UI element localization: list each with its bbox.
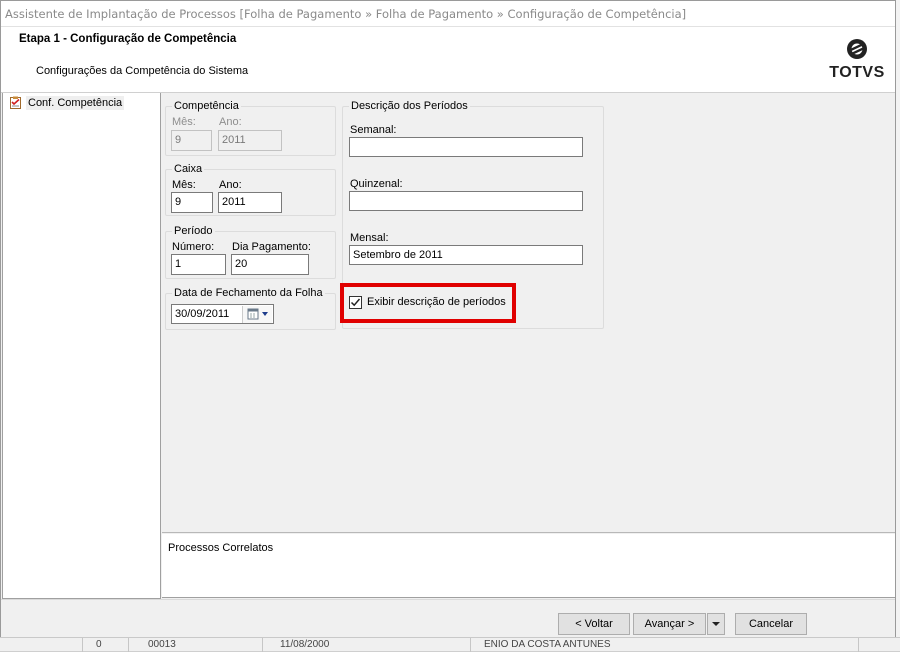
caixa-group: Caixa Mês: Ano: 9 2011 [165, 163, 336, 216]
exibir-descricao-checkbox[interactable] [349, 296, 362, 309]
competencia-mes-field: 9 [171, 130, 212, 151]
background-app-edge [896, 0, 900, 651]
mensal-input[interactable]: Setembro de 2011 [349, 245, 583, 265]
fechamento-date-value: 30/09/2011 [175, 308, 230, 320]
exibir-descricao-label[interactable]: Exibir descrição de períodos [367, 296, 506, 308]
quinzenal-label: Quinzenal: [350, 178, 403, 190]
processos-correlatos-panel: Processos Correlatos [162, 534, 895, 598]
competencia-legend: Competência [172, 100, 241, 112]
periodo-numero-label: Número: [172, 241, 215, 253]
totvs-logo-icon [847, 39, 867, 59]
calendar-icon [247, 308, 268, 320]
chevron-down-icon [712, 622, 720, 626]
calendar-dropdown-button[interactable] [242, 306, 272, 323]
totvs-logo: TOTVS [827, 37, 887, 85]
title-bar[interactable]: Assistente de Implantação de Processos [… [1, 1, 895, 27]
steps-tree: Conf. Competência [2, 93, 161, 599]
processos-correlatos-label: Processos Correlatos [168, 542, 274, 554]
logo-text: TOTVS [829, 64, 885, 81]
fechamento-date-picker[interactable]: 30/09/2011 [171, 304, 274, 324]
background-cell: ENIO DA COSTA ANTUNES [484, 639, 611, 650]
caixa-ano-label: Ano: [219, 179, 242, 191]
tree-item-conf-competencia[interactable]: Conf. Competência [9, 95, 125, 112]
step-title: Etapa 1 - Configuração de Competência [19, 33, 237, 45]
checkmark-icon [350, 298, 361, 307]
next-dropdown-button[interactable] [707, 613, 725, 635]
highlight-box: Exibir descrição de períodos [340, 283, 516, 323]
wizard-dialog: Assistente de Implantação de Processos [… [0, 0, 896, 637]
periodo-group: Período Número: Dia Pagamento: 1 20 [165, 225, 336, 279]
fechamento-legend: Data de Fechamento da Folha [172, 287, 325, 299]
caixa-ano-input[interactable]: 2011 [218, 192, 282, 213]
next-button[interactable]: Avançar > [633, 613, 706, 635]
caixa-legend: Caixa [172, 163, 205, 175]
competencia-mes-label: Mês: [172, 116, 196, 128]
competencia-group: Competência Mês: Ano: 9 2011 [165, 100, 336, 156]
checklist-icon [9, 96, 22, 109]
fechamento-group: Data de Fechamento da Folha 30/09/2011 [165, 287, 336, 330]
periodo-dia-label: Dia Pagamento: [232, 241, 311, 253]
cancel-button[interactable]: Cancelar [735, 613, 807, 635]
caixa-mes-label: Mês: [172, 179, 196, 191]
mensal-label: Mensal: [350, 232, 389, 244]
quinzenal-input[interactable] [349, 191, 583, 211]
periodo-numero-input[interactable]: 1 [171, 254, 226, 275]
descricao-legend: Descrição dos Períodos [349, 100, 470, 112]
step-subtitle: Configurações da Competência do Sistema [36, 65, 249, 77]
wizard-header: Etapa 1 - Configuração de Competência Co… [1, 27, 895, 93]
semanal-input[interactable] [349, 137, 583, 157]
wizard-footer: < Voltar Avançar > Cancelar [1, 599, 895, 637]
window-title: Assistente de Implantação de Processos [… [5, 7, 687, 21]
competencia-ano-field: 2011 [218, 130, 282, 151]
background-cell: 11/08/2000 [280, 639, 330, 650]
step-content: Competência Mês: Ano: 9 2011 Caixa Mês: … [162, 93, 895, 533]
caixa-mes-input[interactable]: 9 [171, 192, 213, 213]
competencia-ano-label: Ano: [219, 116, 242, 128]
back-button[interactable]: < Voltar [558, 613, 630, 635]
periodo-dia-input[interactable]: 20 [231, 254, 309, 275]
background-table-row: 0 00013 11/08/2000 ENIO DA COSTA ANTUNES [0, 637, 900, 652]
periodo-legend: Período [172, 225, 215, 237]
background-cell: 00013 [148, 639, 176, 650]
tree-item-label: Conf. Competência [26, 95, 125, 110]
semanal-label: Semanal: [350, 124, 397, 136]
background-cell: 0 [96, 639, 102, 650]
